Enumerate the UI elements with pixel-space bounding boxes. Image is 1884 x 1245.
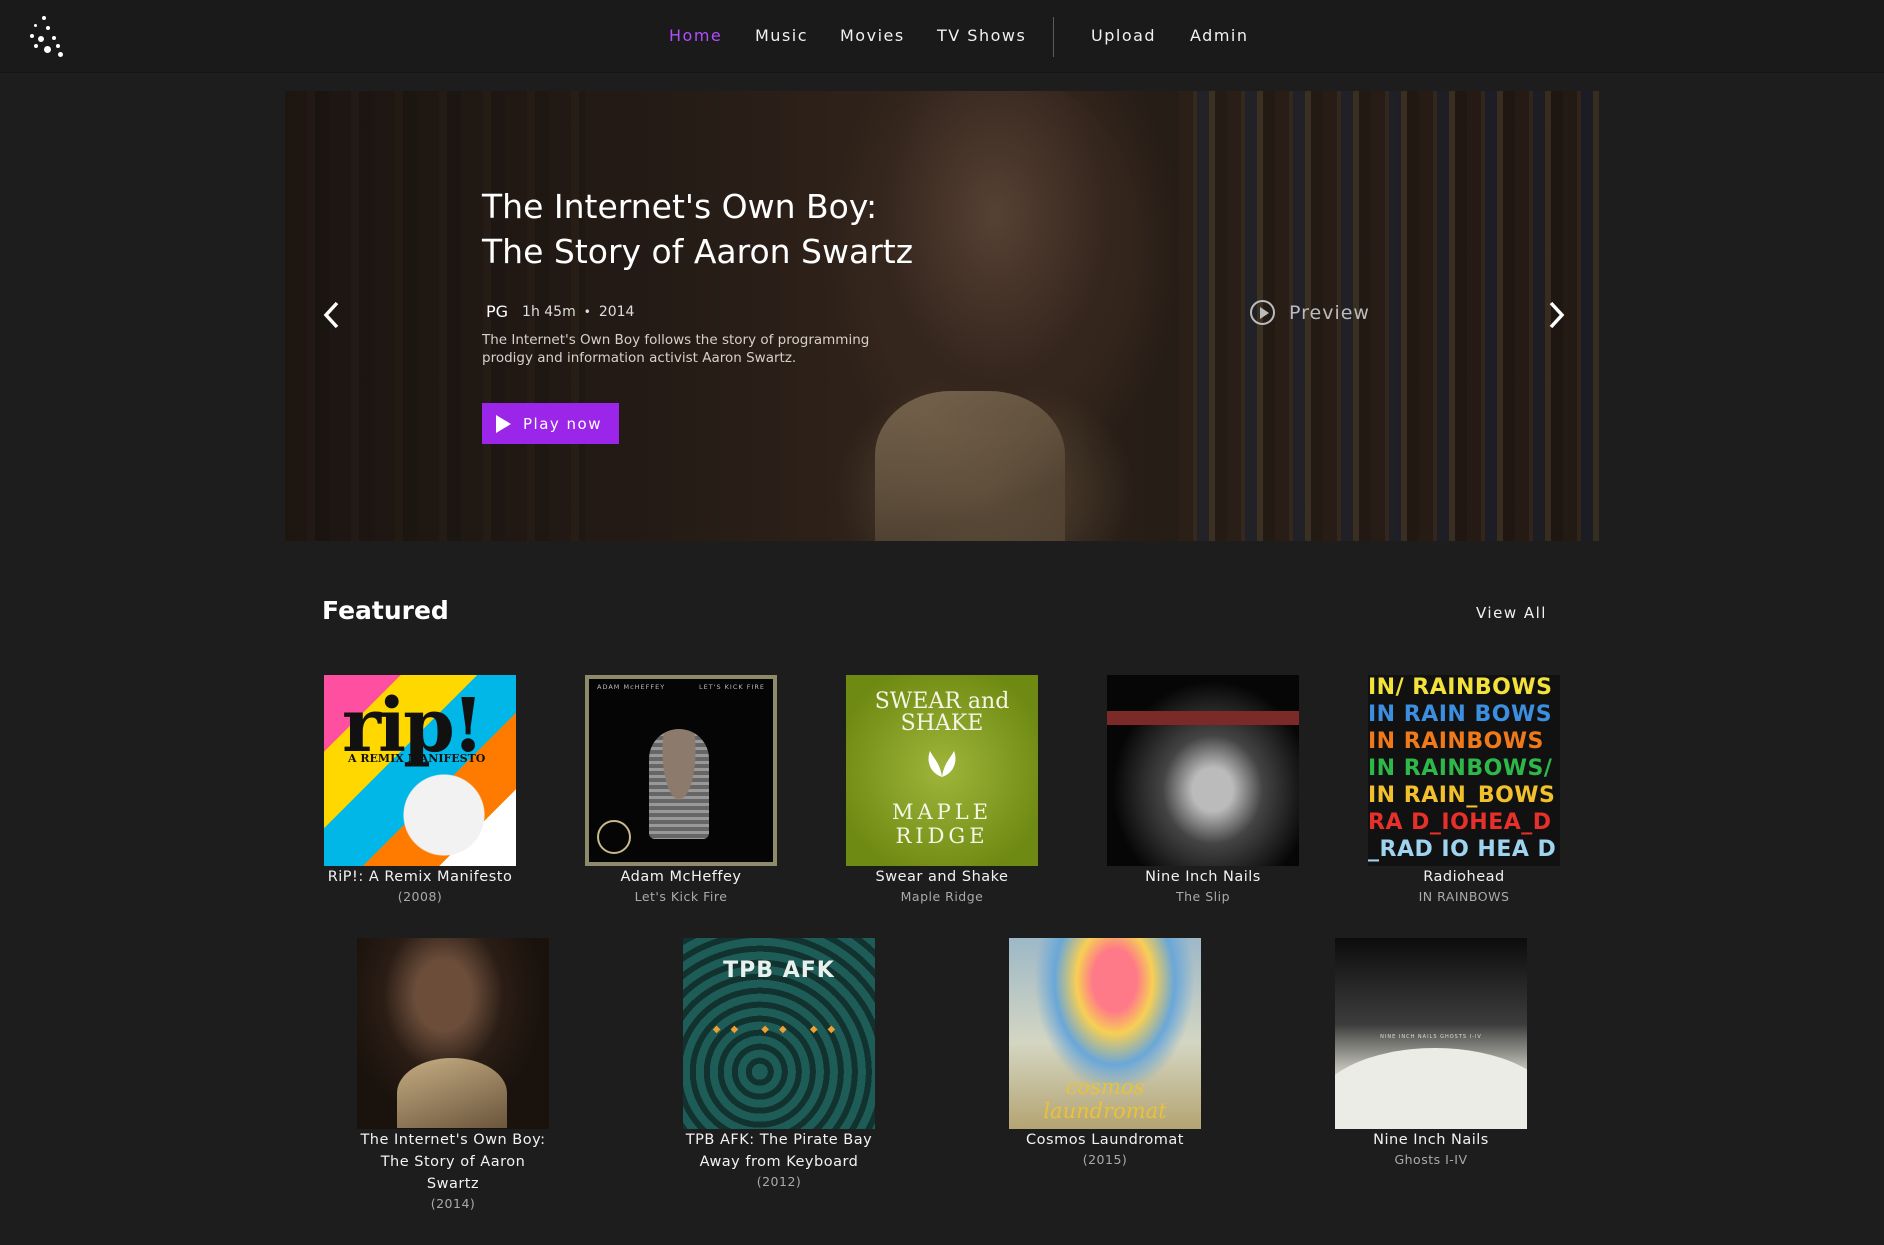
cover-text: cosmos laundromat [1043,1075,1167,1123]
cover-text: RA D_IOHEA_D [1368,810,1552,835]
cover-image: IN/ RAINBOWS IN RAIN BOWS IN RAINBOWS IN… [1368,675,1560,866]
card-subtitle: (2008) [397,889,443,904]
play-circle-icon [1250,300,1275,325]
card-subtitle: Let's Kick Fire [634,889,728,904]
featured-card[interactable]: IN/ RAINBOWS IN RAIN BOWS IN RAINBOWS IN… [1354,675,1574,906]
nav-music[interactable]: Music [755,26,808,45]
cover-image [1107,675,1299,866]
cover-text: IN RAIN_BOWS [1368,783,1556,808]
duration: 1h 45m [522,303,576,320]
prev-arrow-icon[interactable] [317,297,347,333]
top-nav-bar: Home Music Movies TV Shows Upload Admin [0,0,1884,73]
cover-text: SWEAR and SHAKE [874,689,1010,736]
cover-hill [1335,1048,1527,1129]
card-title: The Internet's Own Boy: The Story of Aar… [360,1132,546,1192]
card-subtitle: IN RAINBOWS [1418,889,1510,904]
cover-image: ADAM McHEFFEY LET'S KICK FIRE [585,675,777,866]
eyes-icon: ◆◆ ◆◆ ◆◆ [712,1024,846,1035]
nav-admin[interactable]: Admin [1190,26,1249,45]
meta-separator: • [583,304,591,319]
cover-text: ADAM McHEFFEY [597,683,666,691]
featured-card[interactable]: rip! A REMIX MANIFESTO RiP!: A Remix Man… [310,675,530,906]
view-all-link[interactable]: View All [1476,604,1547,622]
hero-meta: PG 1h 45m • 2014 [482,302,634,321]
card-subtitle: The Slip [1175,889,1231,904]
nav-upload[interactable]: Upload [1091,26,1156,45]
hero-banner: The Internet's Own Boy: The Story of Aar… [285,91,1599,541]
hero-title-line2: The Story of Aaron Swartz [482,232,914,271]
featured-card[interactable]: cosmos laundromat Cosmos Laundromat (201… [995,938,1215,1169]
card-subtitle: (2015) [1082,1152,1128,1167]
hero-description: The Internet's Own Boy follows the story… [482,332,870,366]
cover-text: NINE INCH NAILS GHOSTS I-IV [1380,1034,1482,1040]
cover-image: SWEAR and SHAKE MAPLE RIDGE [846,675,1038,866]
featured-card[interactable]: NINE INCH NAILS GHOSTS I-IV Nine Inch Na… [1321,938,1541,1169]
cover-text: IN/ RAINBOWS [1368,675,1553,700]
nav-home[interactable]: Home [669,26,722,45]
card-subtitle: Maple Ridge [900,889,984,904]
rating-badge: PG [486,302,509,321]
card-title: Nine Inch Nails [1145,869,1261,885]
card-title: Swear and Shake [875,869,1009,885]
card-subtitle: (2012) [756,1174,802,1189]
next-arrow-icon[interactable] [1541,297,1571,333]
main-nav: Home Music Movies TV Shows Upload Admin [0,0,1884,73]
cover-image: NINE INCH NAILS GHOSTS I-IV [1335,938,1527,1129]
card-title: Nine Inch Nails [1373,1132,1489,1148]
featured-card[interactable]: The Internet's Own Boy: The Story of Aar… [343,938,563,1213]
play-now-label: Play now [523,414,603,433]
cover-header: ADAM McHEFFEY LET'S KICK FIRE [597,683,765,691]
cover-band [1107,711,1299,725]
cover-text: A REMIX MANIFESTO [348,752,486,765]
cover-image: rip! A REMIX MANIFESTO [324,675,516,866]
cover-text: MAPLE [891,800,993,824]
featured-card[interactable]: TPB AFK ◆◆ ◆◆ ◆◆ TPB AFK: The Pirate Bay… [669,938,889,1191]
preview-label: Preview [1289,301,1370,324]
cover-image: TPB AFK ◆◆ ◆◆ ◆◆ [683,938,875,1129]
card-title: Radiohead [1423,869,1505,885]
cover-text: IN RAIN BOWS [1368,702,1553,727]
cover-figure [649,729,709,839]
anniversary-seal-icon [597,820,631,854]
cover-image: cosmos laundromat [1009,938,1201,1129]
cover-text-block: MAPLE RIDGE [846,800,1038,848]
play-icon [496,414,511,433]
cover-text: TPB AFK [723,958,835,983]
featured-heading: Featured [322,596,449,625]
cover-text: IN RAINBOWS/ [1368,756,1553,781]
cover-text: RIDGE [895,824,989,848]
cover-text: IN RAINBOWS [1368,729,1544,754]
card-subtitle: (2014) [430,1196,476,1211]
featured-card[interactable]: SWEAR and SHAKE MAPLE RIDGE Swear and Sh… [832,675,1052,906]
leaf-icon [928,751,956,777]
hero-title-line1: The Internet's Own Boy: [482,187,878,226]
year: 2014 [598,303,635,320]
cover-book [397,1058,507,1128]
card-subtitle: Ghosts I-IV [1394,1152,1468,1167]
play-now-button[interactable]: Play now [482,403,619,444]
card-title: Adam McHeffey [620,869,742,885]
featured-card[interactable]: Nine Inch Nails The Slip [1093,675,1313,906]
cover-text: LET'S KICK FIRE [698,683,765,691]
nav-movies[interactable]: Movies [840,26,905,45]
preview-button[interactable]: Preview [1250,300,1370,325]
card-title: Cosmos Laundromat [1026,1132,1184,1148]
cover-text: _RAD IO HEA D [1368,837,1557,862]
featured-card[interactable]: ADAM McHEFFEY LET'S KICK FIRE Adam McHef… [571,675,791,906]
card-title: TPB AFK: The Pirate Bay Away from Keyboa… [685,1132,873,1170]
card-title: RiP!: A Remix Manifesto [327,869,513,885]
nav-divider [1053,17,1054,57]
hero-title: The Internet's Own Boy: The Story of Aar… [482,184,1002,274]
cover-image [357,938,549,1129]
nav-tv-shows[interactable]: TV Shows [937,26,1026,45]
